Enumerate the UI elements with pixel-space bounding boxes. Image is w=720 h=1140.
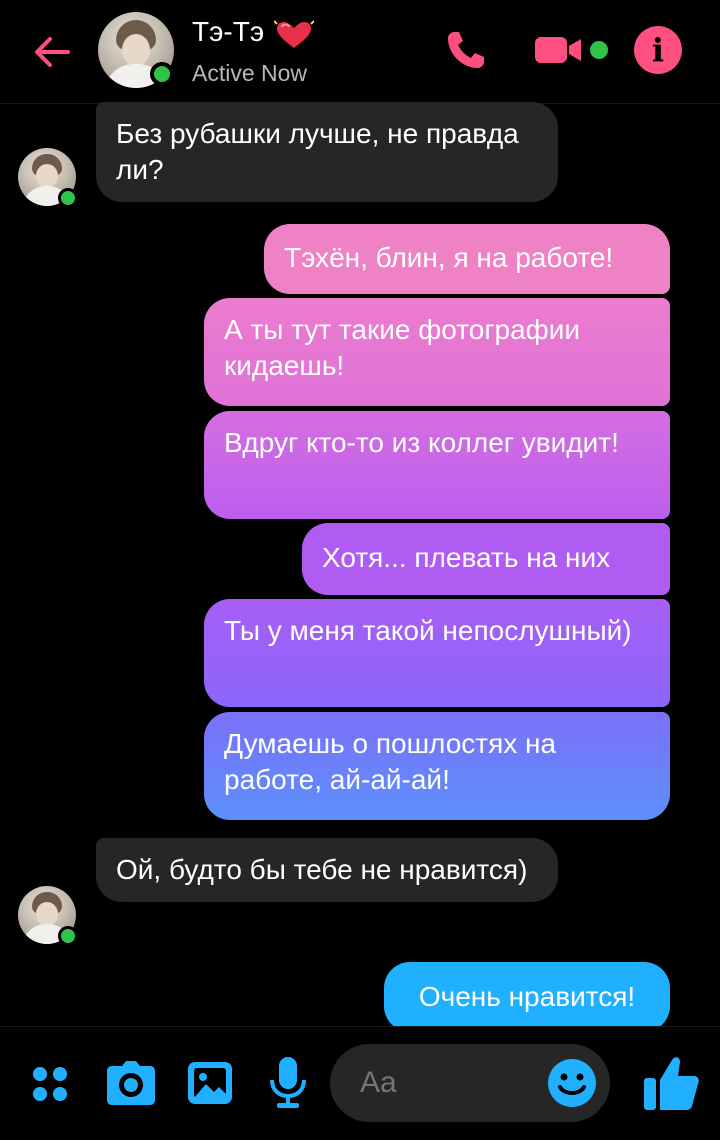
- outgoing-message: Вдруг кто-то из коллег увидит!: [204, 411, 670, 519]
- outgoing-message: Очень нравится!: [384, 962, 670, 1032]
- outgoing-message: А ты тут такие фотографии кидаешь!: [204, 298, 670, 406]
- online-indicator: [58, 188, 78, 208]
- video-active-dot: [590, 41, 608, 59]
- camera-icon[interactable]: [106, 1060, 156, 1106]
- outgoing-message: Хотя... плевать на них: [302, 523, 670, 595]
- message-input[interactable]: [360, 1064, 540, 1102]
- back-arrow-icon[interactable]: [28, 28, 76, 76]
- gallery-icon[interactable]: [186, 1060, 234, 1106]
- outgoing-message: Ты у меня такой непослушный): [204, 599, 670, 707]
- microphone-icon[interactable]: [268, 1056, 308, 1110]
- info-icon[interactable]: i: [634, 26, 682, 74]
- incoming-message: Ой, будто бы тебе не нравится): [96, 838, 558, 902]
- thumbs-up-icon[interactable]: [642, 1052, 700, 1112]
- message-composer[interactable]: [330, 1044, 610, 1122]
- outgoing-message: Думаешь о пошлостях на работе, ай-ай-ай!: [204, 712, 670, 820]
- chat-header: Тэ-Тэ Active Now i: [0, 0, 720, 104]
- online-indicator: [150, 62, 174, 86]
- contact-name[interactable]: Тэ-Тэ: [192, 16, 264, 48]
- heart-icon: [274, 20, 314, 48]
- phone-icon[interactable]: [444, 28, 488, 72]
- video-camera-icon[interactable]: [534, 34, 584, 66]
- incoming-message: Без рубашки лучше, не правда ли?: [96, 102, 558, 202]
- apps-grid-icon[interactable]: [30, 1064, 70, 1104]
- active-status: Active Now: [192, 60, 308, 86]
- emoji-icon[interactable]: [546, 1057, 598, 1109]
- outgoing-message: Тэхён, блин, я на работе!: [264, 224, 670, 294]
- online-indicator: [58, 926, 78, 946]
